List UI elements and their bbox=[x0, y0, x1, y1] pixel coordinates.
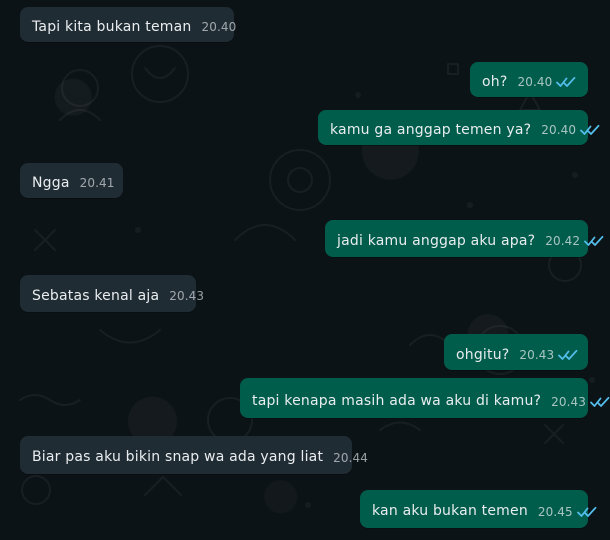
message-time: 20.43 bbox=[519, 348, 555, 362]
message-meta: 20.40 bbox=[541, 124, 600, 144]
message-text: Tapi kita bukan teman bbox=[32, 19, 192, 35]
message-bubble-incoming[interactable]: Sebatas kenal aja 20.43 bbox=[20, 275, 204, 312]
message-time: 20.45 bbox=[537, 505, 573, 519]
message-text: ohgitu? bbox=[456, 347, 510, 363]
message-meta: 20.42 bbox=[545, 235, 604, 256]
message-text: kamu ga anggap temen ya? bbox=[330, 122, 532, 138]
message-meta: 20.43 bbox=[169, 290, 204, 311]
message-bubble-incoming[interactable]: Tapi kita bukan teman 20.40 bbox=[20, 7, 236, 42]
message-time: 20.40 bbox=[541, 123, 577, 137]
message-bubble-outgoing[interactable]: jadi kamu anggap aku apa? 20.42 bbox=[325, 220, 604, 257]
message-time: 20.43 bbox=[551, 395, 587, 409]
message-bubble-outgoing[interactable]: tapi kenapa masih ada wa aku di kamu? 20… bbox=[240, 378, 610, 418]
read-ticks-icon bbox=[580, 124, 600, 135]
message-text: oh? bbox=[482, 74, 508, 90]
message-meta: 20.44 bbox=[333, 452, 368, 473]
message-meta: 20.43 bbox=[551, 396, 610, 417]
read-ticks-icon bbox=[558, 349, 578, 360]
message-time: 20.41 bbox=[79, 176, 115, 190]
message-time: 20.42 bbox=[545, 234, 581, 248]
message-bubble-outgoing[interactable]: kan aku bukan temen 20.45 bbox=[360, 490, 597, 528]
message-bubble-incoming[interactable]: Ngga 20.41 bbox=[20, 163, 123, 198]
message-bubble-outgoing[interactable]: kamu ga anggap temen ya? 20.40 bbox=[318, 110, 600, 145]
read-ticks-icon bbox=[584, 235, 604, 246]
message-text: Sebatas kenal aja bbox=[32, 288, 160, 304]
message-time: 20.44 bbox=[333, 451, 369, 465]
message-bubble-outgoing[interactable]: ohgitu? 20.43 bbox=[444, 334, 588, 370]
message-text: jadi kamu anggap aku apa? bbox=[337, 233, 536, 249]
read-ticks-icon bbox=[556, 76, 576, 87]
message-bubble-incoming[interactable]: Biar pas aku bikin snap wa ada yang liat… bbox=[20, 436, 368, 474]
message-time: 20.40 bbox=[517, 75, 553, 89]
message-text: tapi kenapa masih ada wa aku di kamu? bbox=[252, 393, 542, 409]
message-meta: 20.40 bbox=[201, 21, 236, 41]
message-time: 20.43 bbox=[169, 289, 205, 303]
read-ticks-icon bbox=[590, 396, 610, 407]
message-meta: 20.43 bbox=[519, 349, 578, 369]
message-meta: 20.40 bbox=[517, 76, 576, 96]
chat-area: Tapi kita bukan teman 20.40 oh? 20.40 ka… bbox=[0, 0, 610, 540]
message-meta: 20.45 bbox=[538, 506, 597, 527]
message-meta: 20.41 bbox=[80, 177, 115, 197]
message-text: Biar pas aku bikin snap wa ada yang liat bbox=[32, 449, 324, 465]
message-time: 20.40 bbox=[201, 20, 237, 34]
message-text: Ngga bbox=[32, 175, 70, 191]
read-ticks-icon bbox=[576, 506, 597, 517]
message-bubble-outgoing[interactable]: oh? 20.40 bbox=[470, 62, 588, 97]
message-text: kan aku bukan temen bbox=[372, 503, 528, 519]
